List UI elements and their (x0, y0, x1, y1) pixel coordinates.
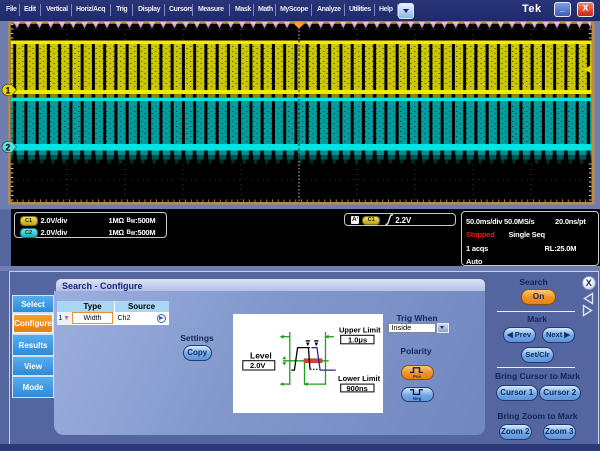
svg-text:Lower Limit: Lower Limit (338, 374, 381, 383)
svg-text:Level: Level (250, 351, 272, 361)
svg-text:1.0μs: 1.0μs (348, 335, 367, 344)
svg-text:1: 1 (5, 86, 10, 96)
svg-text:900ns: 900ns (347, 384, 368, 393)
svg-text:2.0V: 2.0V (250, 361, 265, 370)
svg-text:2: 2 (5, 143, 10, 153)
svg-text:Upper Limit: Upper Limit (339, 325, 381, 334)
